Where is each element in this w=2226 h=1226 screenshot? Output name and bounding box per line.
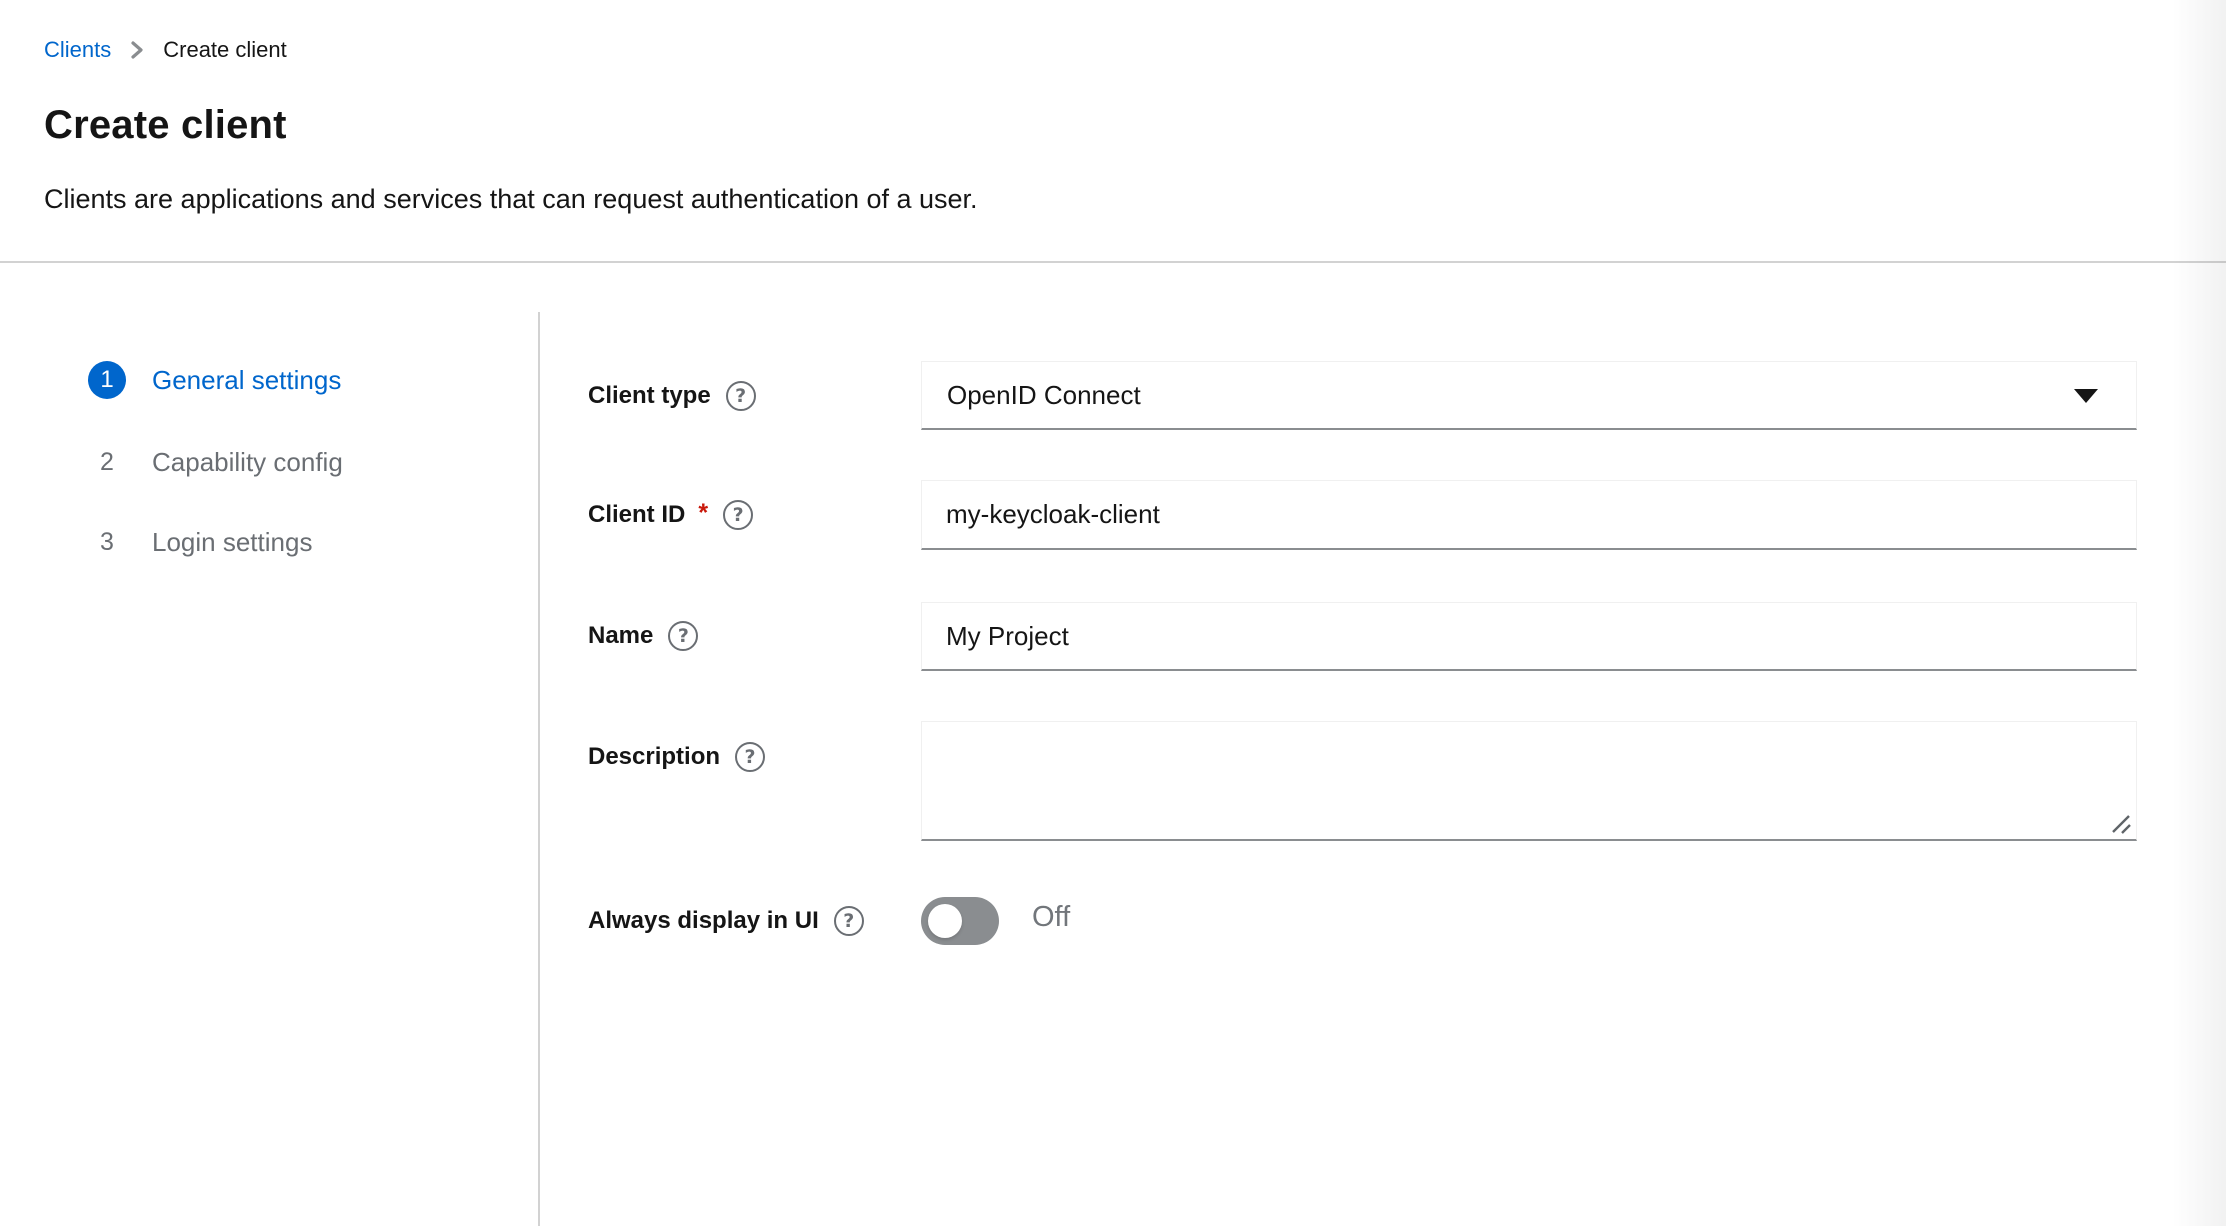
resize-handle-icon[interactable] (2107, 810, 2133, 836)
description-label: Description ? (588, 741, 765, 773)
description-field-frame (921, 721, 2137, 841)
description-label-text: Description (588, 743, 720, 771)
header-divider (0, 261, 2226, 263)
breadcrumb-current: Create client (163, 37, 287, 63)
page-title: Create client (44, 103, 287, 148)
step-number: 2 (88, 443, 126, 481)
client-type-selected-value: OpenID Connect (947, 380, 1141, 411)
client-id-label: Client ID * ? (588, 499, 753, 531)
help-icon[interactable]: ? (726, 381, 756, 411)
wizard-step-capability-config[interactable]: 2 Capability config (88, 443, 343, 481)
step-number-badge: 1 (88, 361, 126, 399)
help-icon[interactable]: ? (668, 621, 698, 651)
page-subtitle: Clients are applications and services th… (44, 184, 978, 215)
toggle-state-label: Off (1032, 901, 1070, 934)
step-number: 3 (88, 523, 126, 561)
step-label: Login settings (152, 527, 312, 558)
client-type-select[interactable]: OpenID Connect (921, 361, 2137, 430)
wizard-step-login-settings[interactable]: 3 Login settings (88, 523, 312, 561)
page-edge-shadow (2172, 0, 2226, 1226)
help-icon[interactable]: ? (735, 742, 765, 772)
caret-down-icon (2074, 389, 2098, 403)
client-type-label: Client type ? (588, 380, 756, 412)
always-display-label: Always display in UI ? (588, 905, 864, 937)
wizard-content-divider (538, 312, 540, 1226)
required-asterisk: * (698, 499, 708, 528)
help-icon[interactable]: ? (834, 906, 864, 936)
always-display-toggle[interactable] (921, 897, 999, 945)
name-label-text: Name (588, 622, 653, 650)
breadcrumb-link-clients[interactable]: Clients (44, 37, 111, 63)
client-type-label-text: Client type (588, 382, 711, 410)
chevron-right-icon (130, 39, 144, 61)
step-label: Capability config (152, 447, 343, 478)
client-id-input[interactable] (921, 480, 2137, 550)
always-display-label-text: Always display in UI (588, 907, 819, 935)
name-input[interactable] (921, 602, 2137, 671)
description-textarea[interactable] (922, 722, 2136, 839)
help-icon[interactable]: ? (723, 500, 753, 530)
breadcrumb: Clients Create client (44, 34, 287, 66)
wizard-step-general-settings[interactable]: 1 General settings (88, 361, 341, 399)
toggle-knob (928, 904, 962, 938)
step-label: General settings (152, 365, 341, 396)
name-label: Name ? (588, 620, 698, 652)
client-id-label-text: Client ID (588, 501, 685, 529)
